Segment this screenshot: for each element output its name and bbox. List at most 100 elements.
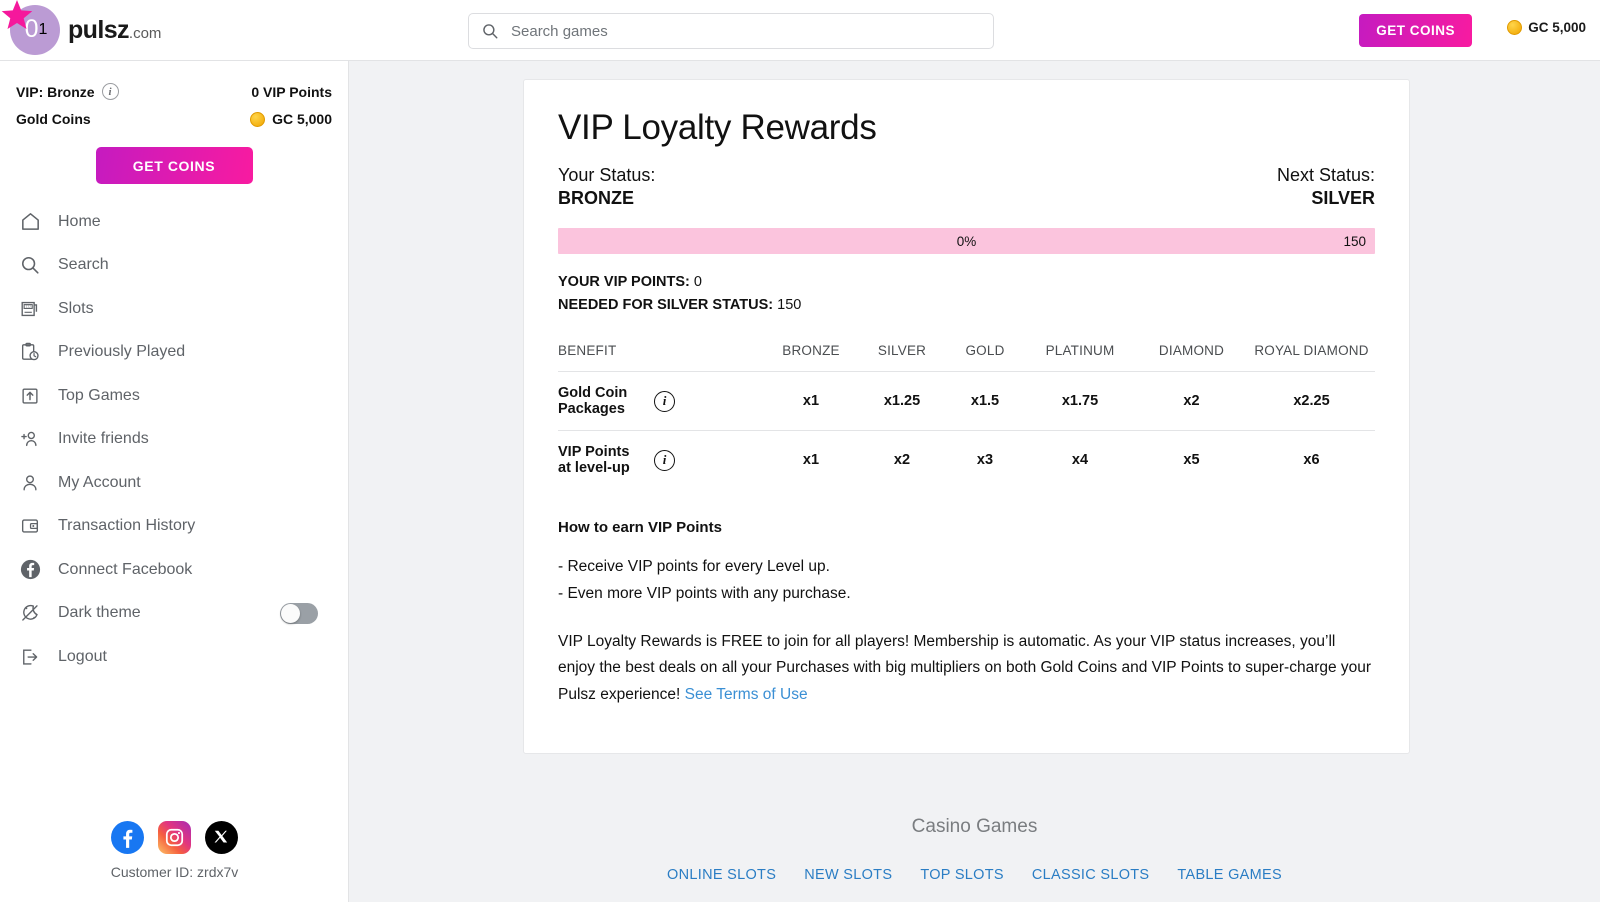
benefits-table-head: BENEFIT BRONZE SILVER GOLD PLATINUM DIAM…: [558, 343, 1375, 372]
description-paragraph: VIP Loyalty Rewards is FREE to join for …: [558, 629, 1375, 709]
sidebar-item-label: My Account: [58, 473, 141, 491]
app-header: 0 1 pulsz.com GET COINS GC 5,000: [0, 0, 1600, 61]
toggle-knob: [281, 603, 300, 623]
row-value-bronze: x1: [763, 430, 859, 490]
row-value-platinum: x1.75: [1025, 371, 1135, 431]
sidebar-item-transaction-history[interactable]: Transaction History: [0, 505, 348, 549]
search-input[interactable]: [511, 22, 981, 40]
facebook-icon: [18, 558, 42, 582]
table-row: Gold Coin Packages i x1 x1.25 x1.5 x1.75…: [558, 371, 1375, 431]
brand-logo[interactable]: 0 1 pulsz.com: [1, 0, 162, 56]
sidebar-item-slots[interactable]: 777 Slots: [0, 287, 348, 331]
your-points-line: YOUR VIP POINTS: 0: [558, 271, 1375, 293]
moon-stars-icon: [18, 601, 42, 625]
column-header-platinum: PLATINUM: [1045, 343, 1115, 359]
progress-goal-label: 150: [1343, 233, 1366, 249]
upload-box-icon: [18, 384, 42, 408]
your-status-value: BRONZE: [558, 187, 634, 208]
sidebar-item-label: Slots: [58, 299, 94, 317]
main-content: VIP Loyalty Rewards Your Status: BRONZE …: [349, 61, 1600, 902]
column-header-diamond: DIAMOND: [1158, 343, 1225, 359]
brand-suffix: .com: [128, 24, 162, 42]
search-bar[interactable]: [468, 13, 994, 49]
sidebar-get-coins-button[interactable]: GET COINS: [95, 147, 253, 184]
instagram-icon[interactable]: [158, 821, 191, 854]
row-benefit-name: Gold Coin Packages: [558, 385, 628, 418]
header-balance-text: GC 5,000: [1528, 20, 1586, 35]
footer-link-top-slots[interactable]: TOP SLOTS: [920, 867, 1004, 883]
row-benefit-name: VIP Points at level-up: [558, 444, 630, 477]
points-summary: YOUR VIP POINTS: 0 NEEDED FOR SILVER STA…: [558, 271, 1375, 316]
next-status-value: SILVER: [1311, 187, 1375, 208]
row-value-gold: x1.5: [945, 371, 1025, 431]
sidebar-item-label: Transaction History: [58, 517, 196, 535]
sidebar-item-previously-played[interactable]: Previously Played: [0, 331, 348, 375]
clipboard-clock-icon: [18, 340, 42, 364]
benefits-table: BENEFIT BRONZE SILVER GOLD PLATINUM DIAM…: [558, 343, 1375, 490]
sidebar-item-logout[interactable]: Logout: [0, 635, 348, 679]
sidebar-item-label: Connect Facebook: [58, 560, 193, 578]
row-value-royal-diamond: x6: [1248, 430, 1375, 490]
facebook-icon[interactable]: [111, 821, 144, 854]
terms-of-use-link[interactable]: See Terms of Use: [685, 686, 808, 703]
sidebar-item-search[interactable]: Search: [0, 244, 348, 288]
person-icon: [18, 471, 42, 495]
row-benefit-wrap: VIP Points at level-up i: [558, 444, 763, 476]
slot-machine-icon: 777: [18, 297, 42, 321]
casino-games-title: Casino Games: [911, 816, 1038, 837]
star-number: 1: [38, 21, 48, 38]
sidebar-item-label: Dark theme: [58, 604, 141, 622]
sidebar-item-dark-theme[interactable]: Dark theme: [0, 592, 348, 636]
sidebar-item-label: Previously Played: [58, 343, 186, 361]
sidebar-item-invite-friends[interactable]: Invite friends: [0, 418, 348, 462]
search-icon: [483, 24, 498, 39]
add-person-icon: [18, 427, 42, 451]
table-row: VIP Points at level-up i x1 x2 x3 x4 x5 …: [558, 430, 1375, 490]
table-header-row: BENEFIT BRONZE SILVER GOLD PLATINUM DIAM…: [558, 343, 1375, 372]
sidebar-vip-left: VIP: Bronze i: [16, 83, 119, 100]
info-icon[interactable]: i: [101, 83, 119, 100]
sidebar-gold-coins-row: Gold Coins GC 5,000: [0, 107, 348, 131]
sidebar-item-top-games[interactable]: Top Games: [0, 374, 348, 418]
howto-heading: How to earn VIP Points: [558, 519, 722, 537]
benefits-table-body: Gold Coin Packages i x1 x1.25 x1.5 x1.75…: [558, 371, 1375, 490]
casino-games-links: ONLINE SLOTS NEW SLOTS TOP SLOTS CLASSIC…: [349, 867, 1600, 883]
info-icon[interactable]: i: [654, 390, 675, 412]
sidebar-item-label: Home: [58, 212, 101, 230]
logout-arrow-icon: [18, 645, 42, 669]
sidebar-item-label: Logout: [58, 647, 107, 665]
your-points-label: YOUR VIP POINTS:: [558, 274, 690, 291]
footer-link-online-slots[interactable]: ONLINE SLOTS: [667, 867, 776, 883]
row-value-silver: x2: [859, 430, 945, 490]
progress-percent-label: 0%: [956, 233, 977, 249]
x-twitter-icon[interactable]: [205, 821, 238, 854]
row-benefit-cell: VIP Points at level-up i: [558, 430, 763, 490]
needed-points-label: NEEDED FOR SILVER STATUS:: [558, 296, 774, 313]
sidebar-item-connect-facebook[interactable]: Connect Facebook: [0, 548, 348, 592]
footer-link-classic-slots[interactable]: CLASSIC SLOTS: [1032, 867, 1150, 883]
your-status-label: Your Status:: [558, 165, 656, 186]
gold-coin-icon: [1507, 20, 1523, 35]
header-balance[interactable]: GC 5,000: [1507, 20, 1586, 35]
sidebar-item-label: Invite friends: [58, 430, 149, 448]
dark-theme-toggle[interactable]: [280, 602, 318, 624]
your-points-value: 0: [693, 274, 702, 291]
sidebar-gold-coins-value: GC 5,000: [272, 111, 332, 127]
wallet-icon: [18, 514, 42, 538]
column-header-benefit: BENEFIT: [558, 343, 617, 359]
footer-link-table-games[interactable]: TABLE GAMES: [1177, 867, 1282, 883]
header-get-coins-button[interactable]: GET COINS: [1359, 14, 1472, 47]
your-status-block: Your Status: BRONZE: [558, 164, 655, 209]
sidebar-item-home[interactable]: Home: [0, 200, 348, 244]
column-header-bronze: BRONZE: [782, 343, 840, 359]
search-icon: [18, 253, 42, 277]
column-header-royal-diamond: ROYAL DIAMOND: [1254, 343, 1369, 359]
row-benefit-wrap: Gold Coin Packages i: [558, 385, 763, 417]
footer-link-new-slots[interactable]: NEW SLOTS: [804, 867, 892, 883]
next-status-block: Next Status: SILVER: [1277, 164, 1375, 209]
sidebar-item-my-account[interactable]: My Account: [0, 461, 348, 505]
bullet-item: - Receive VIP points for every Level up.: [558, 558, 830, 576]
row-value-silver: x1.25: [859, 371, 945, 431]
info-icon[interactable]: i: [654, 449, 675, 471]
row-value-bronze: x1: [763, 371, 859, 431]
